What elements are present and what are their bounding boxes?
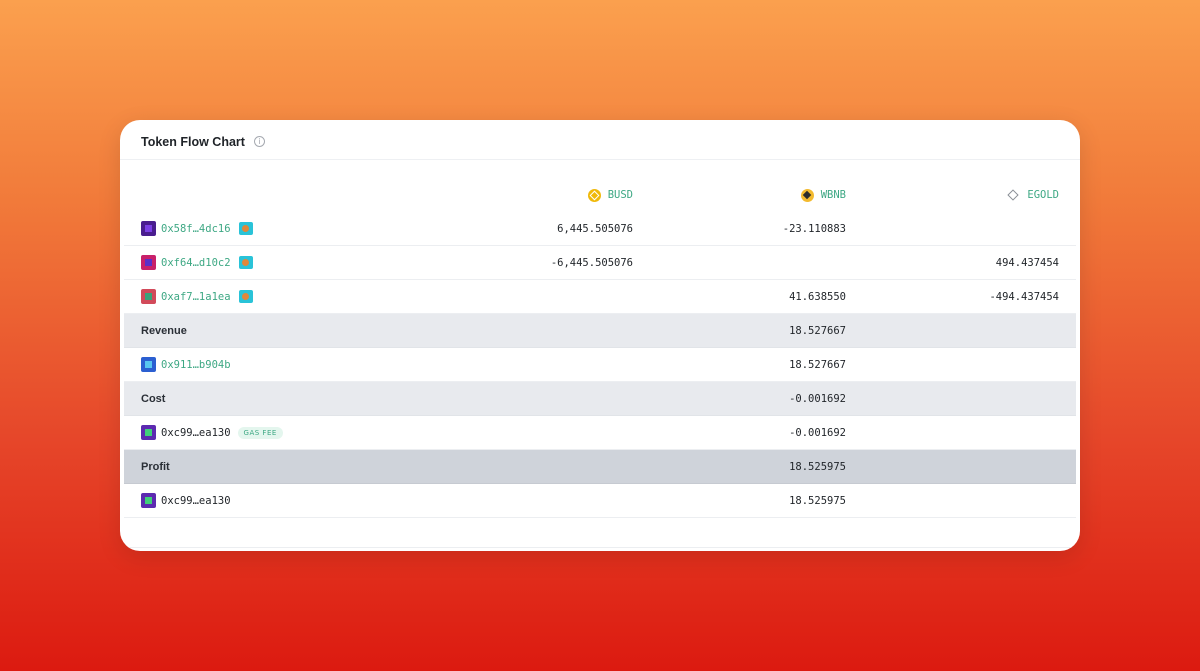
table-row: 0x911…b904b 18.527667: [124, 348, 1076, 382]
address-link[interactable]: 0x58f…4dc16: [161, 223, 231, 235]
egold-value: 494.437454: [995, 256, 1059, 269]
avatar-icon: [141, 425, 156, 440]
column-header-label: EGOLD: [1027, 189, 1059, 201]
gas-fee-badge: GAS FEE: [237, 426, 283, 439]
table-row: 0xf64…d10c2 -6,445.505076 494.437454: [124, 246, 1076, 280]
wbnb-value: 18.525975: [789, 494, 846, 507]
profit-label: Profit: [141, 460, 170, 473]
busd-value: 6,445.505076: [557, 222, 633, 235]
egold-value: -494.437454: [989, 290, 1059, 303]
table-row: 0xc99…ea130 GAS FEE -0.001692: [124, 416, 1076, 450]
revenue-label: Revenue: [141, 324, 187, 337]
token-flow-card: Token Flow Chart i BUSD WBNB EGOLD 0x58f…: [120, 120, 1080, 551]
contract-icon: [238, 256, 253, 269]
avatar-icon: [141, 357, 156, 372]
address-text[interactable]: 0xc99…ea130: [161, 495, 231, 507]
busd-value: -6,445.505076: [550, 256, 633, 269]
card-title: Token Flow Chart: [141, 134, 245, 149]
address-cell: 0x911…b904b: [141, 348, 231, 381]
wbnb-value: -23.110883: [782, 222, 846, 235]
table-footer-spacer: [124, 518, 1076, 548]
address-link[interactable]: 0x911…b904b: [161, 359, 231, 371]
column-header-wbnb[interactable]: WBNB: [800, 178, 846, 212]
wbnb-value: 18.527667: [789, 358, 846, 371]
column-header-busd[interactable]: BUSD: [587, 178, 633, 212]
avatar-icon: [141, 493, 156, 508]
column-header-label: WBNB: [820, 189, 846, 201]
cost-row: Cost -0.001692: [124, 382, 1076, 416]
revenue-wbnb-value: 18.527667: [789, 324, 846, 337]
revenue-row: Revenue 18.527667: [124, 314, 1076, 348]
avatar-icon: [141, 221, 156, 236]
table-row: 0xc99…ea130 18.525975: [124, 484, 1076, 518]
column-header-label: BUSD: [607, 189, 633, 201]
profit-wbnb-value: 18.525975: [789, 460, 846, 473]
section-label-cell: Cost: [141, 382, 165, 415]
address-cell: 0xf64…d10c2: [141, 246, 253, 279]
avatar-icon: [141, 255, 156, 270]
address-cell: 0x58f…4dc16: [141, 212, 253, 245]
wbnb-value: -0.001692: [789, 426, 846, 439]
address-cell: 0xc99…ea130: [141, 484, 231, 517]
avatar-icon: [141, 289, 156, 304]
column-header-egold[interactable]: EGOLD: [1007, 178, 1059, 212]
card-header: Token Flow Chart i: [120, 120, 1080, 160]
address-cell: 0xc99…ea130 GAS FEE: [141, 416, 283, 449]
table-row: 0x58f…4dc16 6,445.505076 -23.110883: [124, 212, 1076, 246]
section-label-cell: Profit: [141, 450, 170, 483]
info-icon[interactable]: i: [253, 136, 265, 147]
address-link[interactable]: 0xf64…d10c2: [161, 257, 231, 269]
cost-label: Cost: [141, 392, 166, 405]
wbnb-value: 41.638550: [789, 290, 846, 303]
profit-row: Profit 18.525975: [124, 450, 1076, 484]
section-label-cell: Revenue: [141, 314, 187, 347]
address-link[interactable]: 0xaf7…1a1ea: [161, 291, 231, 303]
contract-icon: [238, 290, 253, 303]
table-row: 0xaf7…1a1ea 41.638550 -494.437454: [124, 280, 1076, 314]
wbnb-coin-icon: [800, 188, 814, 202]
cost-wbnb-value: -0.001692: [789, 392, 846, 405]
contract-icon: [238, 222, 253, 235]
busd-coin-icon: [587, 188, 601, 202]
table-header-row: BUSD WBNB EGOLD: [124, 178, 1076, 212]
address-text[interactable]: 0xc99…ea130: [161, 427, 231, 439]
token-flow-table: BUSD WBNB EGOLD 0x58f…4dc16 6,445.505076…: [124, 178, 1076, 548]
address-cell: 0xaf7…1a1ea: [141, 280, 253, 313]
egold-token-icon: [1007, 188, 1021, 202]
